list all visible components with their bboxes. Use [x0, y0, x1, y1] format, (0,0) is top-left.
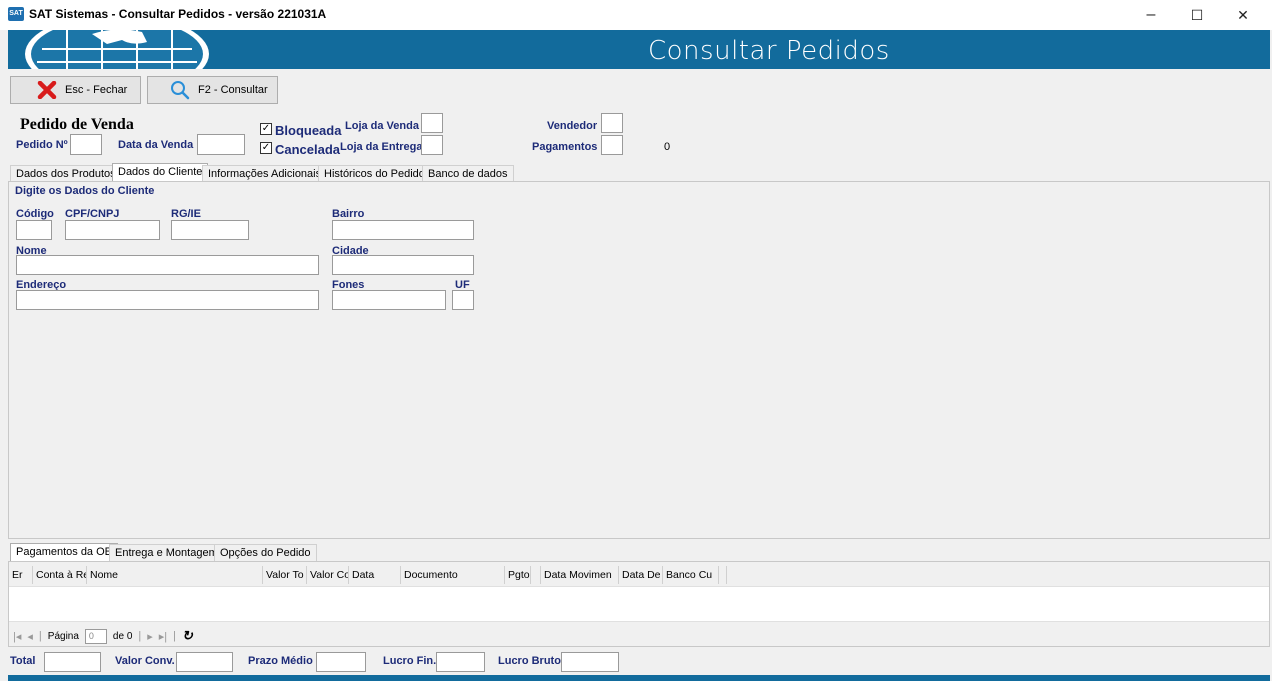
order-section-title: Pedido de Venda — [20, 116, 134, 133]
valor-conv-label: Valor Conv. — [115, 655, 175, 667]
client-section-title: Digite os Dados do Cliente — [15, 185, 155, 197]
maximize-button[interactable]: ☐ — [1174, 0, 1220, 30]
prazo-medio-label: Prazo Médio — [248, 655, 313, 667]
bloqueada-checkbox[interactable]: ✓ — [260, 123, 272, 135]
search-button[interactable]: F2 - Consultar — [147, 76, 278, 104]
page-number-input[interactable]: 0 — [84, 628, 107, 644]
bairro-label: Bairro — [332, 208, 365, 220]
cancelada-label: Cancelada — [275, 142, 341, 157]
tab-opcoes-pedido[interactable]: Opções do Pedido — [214, 544, 317, 562]
pedido-field[interactable] — [70, 134, 102, 155]
bloqueada-label: Bloqueada — [275, 123, 342, 138]
lucro-fin-label: Lucro Fin. — [383, 655, 437, 667]
column-header[interactable] — [719, 566, 727, 584]
column-header[interactable]: Data — [349, 566, 401, 584]
vendedor-label: Vendedor — [547, 120, 598, 132]
vendedor-field[interactable] — [601, 113, 623, 133]
red-x-icon — [37, 81, 57, 99]
column-header[interactable]: Data De — [619, 566, 663, 584]
data-venda-field[interactable] — [197, 134, 245, 155]
tab-entrega-montagem[interactable]: Entrega e Montagem — [109, 544, 224, 562]
cpf-label: CPF/CNPJ — [65, 208, 120, 220]
cancelada-checkbox[interactable]: ✓ — [260, 142, 272, 154]
loja-entrega-label: Loja da Entrega — [340, 141, 423, 153]
loja-venda-field[interactable] — [421, 113, 443, 133]
cpf-field[interactable] — [65, 220, 160, 240]
globe-logo-icon — [25, 30, 209, 69]
refresh-icon[interactable]: ↻ — [182, 628, 193, 644]
tab-pagamentos-oe[interactable]: Pagamentos da OE — [10, 543, 119, 562]
rg-field[interactable] — [171, 220, 249, 240]
footer-strip — [8, 675, 1270, 681]
grid-pager: |◂ ◂ | Página 0 de 0 | ▸ ▸| | ↻ — [13, 628, 193, 644]
lucro-bruto-field[interactable] — [561, 652, 619, 672]
payments-grid: Er Conta à Re Nome Valor To Valor Co Dat… — [8, 561, 1270, 647]
close-window-button[interactable]: ✕ — [1220, 0, 1266, 30]
next-page-icon[interactable]: ▸ — [147, 630, 153, 643]
pagamentos-count: 0 — [664, 141, 671, 153]
title-bar: SAT SAT Sistemas - Consultar Pedidos - v… — [0, 0, 1272, 30]
uf-field[interactable] — [452, 290, 474, 310]
close-button[interactable]: Esc - Fechar — [10, 76, 141, 104]
lucro-fin-field[interactable] — [436, 652, 485, 672]
header-banner: Consultar Pedidos — [8, 30, 1270, 69]
cidade-field[interactable] — [332, 255, 474, 275]
column-header[interactable]: Valor To — [263, 566, 307, 584]
nome-field[interactable] — [16, 255, 319, 275]
page-count-label: de 0 — [112, 630, 133, 642]
column-header[interactable]: Valor Co — [307, 566, 349, 584]
last-page-icon[interactable]: ▸| — [159, 630, 167, 643]
lucro-bruto-label: Lucro Bruto — [498, 655, 561, 667]
column-header[interactable]: Conta à Re — [33, 566, 87, 584]
first-page-icon[interactable]: |◂ — [13, 630, 21, 643]
column-header[interactable]: Data Movimen — [541, 566, 619, 584]
search-button-label: F2 - Consultar — [198, 84, 268, 96]
pagamentos-field[interactable] — [601, 135, 623, 155]
prazo-medio-field[interactable] — [316, 652, 366, 672]
search-icon — [171, 81, 190, 100]
fones-field[interactable] — [332, 290, 446, 310]
minimize-button[interactable]: – — [1128, 0, 1174, 30]
endereco-field[interactable] — [16, 290, 319, 310]
bairro-field[interactable] — [332, 220, 474, 240]
column-header[interactable]: Pgto — [505, 566, 531, 584]
grid-body[interactable] — [9, 586, 1269, 622]
column-header[interactable] — [531, 566, 541, 584]
totals-bar: Total Valor Conv. Prazo Médio Lucro Fin.… — [8, 647, 1270, 675]
page-title: Consultar Pedidos — [648, 36, 890, 66]
codigo-label: Código — [16, 208, 54, 220]
total-field[interactable] — [44, 652, 101, 672]
column-header[interactable]: Banco Cu — [663, 566, 719, 584]
column-header[interactable]: Documento — [401, 566, 505, 584]
prev-page-icon[interactable]: ◂ — [27, 630, 33, 643]
pedido-label: Pedido Nº — [16, 139, 68, 151]
tab-dados-cliente[interactable]: Dados do Cliente — [112, 163, 209, 183]
valor-conv-field[interactable] — [176, 652, 233, 672]
loja-venda-label: Loja da Venda — [345, 120, 419, 132]
rg-label: RG/IE — [171, 208, 201, 220]
column-header[interactable]: Er — [9, 566, 33, 584]
app-icon: SAT — [8, 7, 24, 21]
close-button-label: Esc - Fechar — [65, 84, 128, 96]
codigo-field[interactable] — [16, 220, 52, 240]
column-header[interactable]: Nome — [87, 566, 263, 584]
window-title: SAT Sistemas - Consultar Pedidos - versã… — [29, 7, 327, 21]
client-panel: Digite os Dados do Cliente Código CPF/CN… — [8, 181, 1270, 539]
page-label: Página — [47, 630, 79, 642]
loja-entrega-field[interactable] — [421, 135, 443, 155]
total-label: Total — [10, 655, 36, 667]
pagamentos-label: Pagamentos — [532, 141, 598, 153]
data-venda-label: Data da Venda — [118, 139, 194, 151]
